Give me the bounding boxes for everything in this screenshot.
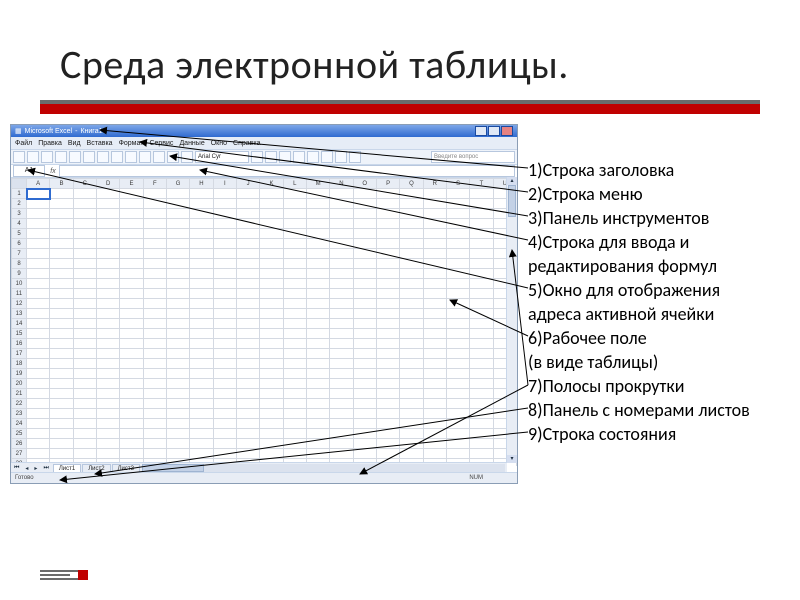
copy-icon[interactable] — [83, 151, 95, 163]
italic-icon[interactable] — [265, 151, 277, 163]
close-button[interactable] — [501, 126, 513, 136]
menu-file[interactable]: Файл — [15, 140, 32, 147]
sheet-nav-first-icon[interactable]: ⏮ — [11, 465, 22, 472]
borders-icon[interactable] — [335, 151, 347, 163]
scroll-up-icon[interactable]: ▴ — [507, 177, 517, 185]
legend-item-5b: адреса активной ячейки — [528, 302, 800, 326]
scroll-down-icon[interactable]: ▾ — [507, 455, 517, 463]
hscroll-thumb[interactable] — [142, 464, 204, 472]
fill-icon[interactable] — [349, 151, 361, 163]
menu-edit[interactable]: Правка — [38, 140, 62, 147]
legend-item-4b: редактирования формул — [528, 254, 800, 278]
chart-icon[interactable] — [167, 151, 179, 163]
horizontal-scrollbar[interactable] — [142, 464, 505, 472]
legend-item-6a: 6)Рабочее поле — [528, 326, 800, 350]
sheet-nav-next-icon[interactable]: ▸ — [31, 465, 40, 472]
legend-item-7: 7)Полосы прокрутки — [528, 374, 800, 398]
legend-item-1: 1)Строка заголовка — [528, 158, 800, 182]
legend-item-8: 8)Панель с номерами листов — [528, 398, 800, 422]
menu-format[interactable]: Формат — [119, 140, 144, 147]
open-icon[interactable] — [27, 151, 39, 163]
name-box[interactable]: A1 — [13, 165, 45, 177]
menu-insert[interactable]: Вставка — [87, 140, 113, 147]
redo-icon[interactable] — [125, 151, 137, 163]
help-search-input[interactable]: Введите вопрос — [431, 151, 515, 163]
zoom-icon[interactable] — [181, 151, 193, 163]
vscroll-thumb[interactable] — [508, 185, 516, 217]
sum-icon[interactable] — [139, 151, 151, 163]
legend-item-6b: (в виде таблицы) — [528, 350, 800, 374]
status-numlock: NUM — [469, 473, 483, 483]
legend-item-3: 3)Панель инструментов — [528, 206, 800, 230]
sheet-nav-prev-icon[interactable]: ◂ — [22, 465, 31, 472]
window-buttons — [475, 126, 513, 136]
vertical-scrollbar[interactable]: ▴ ▾ — [506, 177, 517, 463]
doc-name: Книга1 — [80, 128, 102, 135]
font-select[interactable]: Arial Cyr — [195, 151, 249, 163]
toolbar: Arial Cyr Введите вопрос — [11, 149, 517, 165]
menu-tools[interactable]: Сервис — [149, 140, 173, 147]
app-name: Microsoft Excel — [25, 128, 72, 135]
formula-input[interactable] — [59, 165, 515, 177]
align-right-icon[interactable] — [321, 151, 333, 163]
titlebar: ▦ Microsoft Excel - Книга1 — [11, 125, 517, 137]
save-icon[interactable] — [41, 151, 53, 163]
menu-view[interactable]: Вид — [68, 140, 81, 147]
fx-icon[interactable]: fx — [47, 168, 59, 175]
sheet-nav-last-icon[interactable]: ⏭ — [40, 465, 51, 472]
menubar: Файл Правка Вид Вставка Формат Сервис Да… — [11, 137, 517, 149]
status-bar: Готово NUM — [11, 472, 517, 483]
slide-decoration-square — [78, 570, 88, 580]
excel-window: ▦ Microsoft Excel - Книга1 Файл Правка В… — [10, 124, 518, 484]
legend-item-4a: 4)Строка для ввода и — [528, 230, 800, 254]
slide: Среда электронной таблицы. ▦ Microsoft E… — [0, 0, 800, 600]
legend-list: 1)Строка заголовка 2)Строка меню 3)Панел… — [528, 158, 800, 446]
legend-item-2: 2)Строка меню — [528, 182, 800, 206]
worksheet-grid[interactable]: ABCDEFGHIJKLMNOPQRSTU1234567891011121314… — [11, 178, 517, 466]
maximize-button[interactable] — [488, 126, 500, 136]
menu-help[interactable]: Справка — [233, 140, 260, 147]
print-icon[interactable] — [55, 151, 67, 163]
menu-data[interactable]: Данные — [179, 140, 204, 147]
menu-window[interactable]: Окно — [211, 140, 227, 147]
align-center-icon[interactable] — [307, 151, 319, 163]
paste-icon[interactable] — [97, 151, 109, 163]
sort-icon[interactable] — [153, 151, 165, 163]
formula-bar-row: A1 fx — [11, 165, 517, 178]
status-ready: Готово — [15, 473, 34, 483]
undo-icon[interactable] — [111, 151, 123, 163]
legend-item-9: 9)Строка состояния — [528, 422, 800, 446]
underline-icon[interactable] — [279, 151, 291, 163]
cut-icon[interactable] — [69, 151, 81, 163]
excel-icon: ▦ — [15, 127, 22, 135]
align-left-icon[interactable] — [293, 151, 305, 163]
minimize-button[interactable] — [475, 126, 487, 136]
title-underline-red — [40, 104, 760, 114]
legend-item-5a: 5)Окно для отображения — [528, 278, 800, 302]
slide-title: Среда электронной таблицы. — [60, 40, 569, 89]
new-icon[interactable] — [13, 151, 25, 163]
bold-icon[interactable] — [251, 151, 263, 163]
